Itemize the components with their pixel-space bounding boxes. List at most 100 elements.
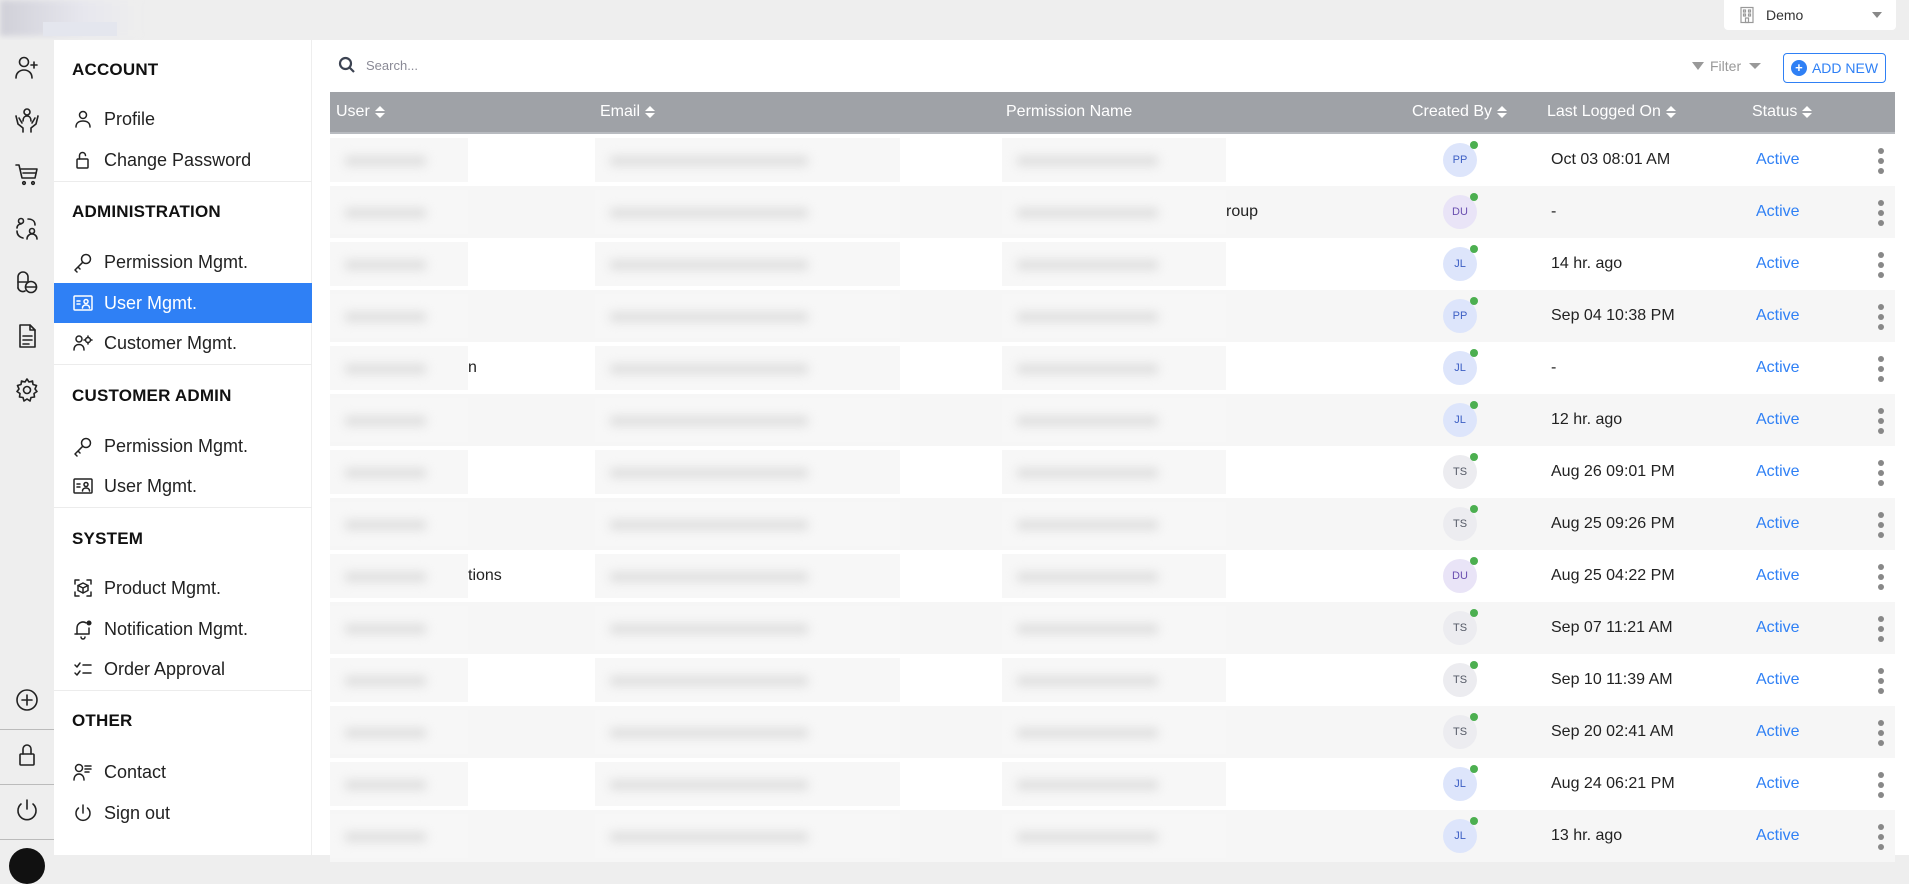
- column-label: Status: [1752, 103, 1798, 120]
- row-actions-menu-icon[interactable]: [1876, 824, 1886, 850]
- row-actions-menu-icon[interactable]: [1876, 304, 1886, 330]
- table-row[interactable]: JL 13 hr. ago Active: [330, 810, 1895, 862]
- rail-documents[interactable]: [0, 316, 54, 356]
- menu-item-customer-mgmt[interactable]: Customer Mgmt.: [54, 323, 312, 363]
- table-row[interactable]: n JL - Active: [330, 342, 1895, 394]
- table-row[interactable]: TS Aug 26 09:01 PM Active: [330, 446, 1895, 498]
- column-header-last-logged-on[interactable]: Last Logged On: [1547, 103, 1676, 121]
- column-label: Permission Name: [1006, 103, 1133, 120]
- row-actions-menu-icon[interactable]: [1876, 460, 1886, 486]
- gear-icon: [16, 378, 38, 402]
- rail-customers[interactable]: [0, 100, 54, 140]
- id-card-icon: [73, 478, 93, 494]
- menu-item-notification-mgmt[interactable]: Notification Mgmt.: [54, 609, 312, 649]
- app-logo-sub: [43, 22, 117, 36]
- last-logged-cell: -: [1551, 359, 1557, 376]
- row-actions-menu-icon[interactable]: [1876, 772, 1886, 798]
- menu-item-order-approval[interactable]: Order Approval: [54, 649, 312, 689]
- menu-item-customer-user-mgmt[interactable]: User Mgmt.: [54, 466, 312, 506]
- email-cell-redacted: [595, 346, 900, 390]
- menu-item-customer-permission-mgmt[interactable]: Permission Mgmt.: [54, 426, 312, 466]
- menu-item-sign-out[interactable]: Sign out: [54, 793, 312, 833]
- rail-lock[interactable]: [0, 735, 54, 775]
- rail-settings[interactable]: [0, 370, 54, 410]
- permission-cell-redacted: [1002, 294, 1226, 338]
- rail-add[interactable]: [0, 680, 54, 720]
- status-badge: Active: [1756, 567, 1800, 584]
- user-cell-redacted: [330, 346, 468, 390]
- column-header-user[interactable]: User: [336, 103, 385, 121]
- rail-add-user[interactable]: [0, 48, 54, 88]
- menu-item-change-password[interactable]: Change Password: [54, 140, 312, 180]
- table-row[interactable]: JL 12 hr. ago Active: [330, 394, 1895, 446]
- row-actions-menu-icon[interactable]: [1876, 356, 1886, 382]
- rail-pill[interactable]: [0, 262, 54, 302]
- search-icon: [338, 56, 355, 73]
- tenant-selector[interactable]: Demo: [1724, 0, 1896, 30]
- table-row[interactable]: TS Sep 07 11:21 AM Active: [330, 602, 1895, 654]
- row-actions-menu-icon[interactable]: [1876, 408, 1886, 434]
- row-actions-menu-icon[interactable]: [1876, 200, 1886, 226]
- row-actions-menu-icon[interactable]: [1876, 148, 1886, 174]
- created-by-avatar: JL: [1443, 817, 1478, 853]
- rail-users[interactable]: [0, 208, 54, 248]
- status-badge: Active: [1756, 203, 1800, 220]
- add-new-button[interactable]: + ADD NEW: [1783, 53, 1886, 83]
- created-by-avatar: TS: [1443, 609, 1478, 645]
- email-cell-redacted: [595, 190, 900, 234]
- email-cell-redacted: [595, 242, 900, 286]
- status-badge: Active: [1756, 411, 1800, 428]
- table-row[interactable]: TS Sep 10 11:39 AM Active: [330, 654, 1895, 706]
- menu-item-user-mgmt[interactable]: User Mgmt.: [54, 283, 312, 323]
- menu-divider: [54, 181, 312, 182]
- column-header-created-by[interactable]: Created By: [1412, 103, 1508, 121]
- user-avatar[interactable]: [9, 848, 45, 884]
- box-scan-icon: [74, 579, 92, 597]
- avatar-initials: TS: [1452, 518, 1468, 530]
- menu-divider: [54, 507, 312, 508]
- last-logged-cell: 12 hr. ago: [1551, 411, 1623, 428]
- filter-dropdown[interactable]: Filter: [1692, 58, 1762, 74]
- status-badge: Active: [1756, 151, 1800, 168]
- row-actions-menu-icon[interactable]: [1876, 616, 1886, 642]
- table-row[interactable]: TS Sep 20 02:41 AM Active: [330, 706, 1895, 758]
- row-actions-menu-icon[interactable]: [1876, 512, 1886, 538]
- document-icon: [19, 324, 36, 348]
- row-actions-menu-icon[interactable]: [1876, 252, 1886, 278]
- menu-item-permission-mgmt[interactable]: Permission Mgmt.: [54, 242, 312, 282]
- row-actions-menu-icon[interactable]: [1876, 668, 1886, 694]
- rail-cart[interactable]: [0, 154, 54, 194]
- table-row[interactable]: tions DU Aug 25 04:22 PM Active: [330, 550, 1895, 602]
- table-row[interactable]: PP Sep 04 10:38 PM Active: [330, 290, 1895, 342]
- last-logged-cell: Aug 26 09:01 PM: [1551, 463, 1675, 480]
- row-actions-menu-icon[interactable]: [1876, 564, 1886, 590]
- section-heading-account: ACCOUNT: [72, 60, 159, 79]
- email-cell-redacted: [595, 294, 900, 338]
- menu-item-label: Permission Mgmt.: [104, 251, 249, 272]
- created-by-avatar: JL: [1443, 765, 1478, 801]
- search-input[interactable]: [366, 57, 866, 73]
- column-header-email[interactable]: Email: [600, 103, 656, 121]
- avatar-initials: JL: [1454, 258, 1466, 270]
- online-status-dot: [1470, 453, 1478, 461]
- row-actions-menu-icon[interactable]: [1876, 720, 1886, 746]
- menu-item-contact[interactable]: Contact: [54, 752, 312, 792]
- column-header-status[interactable]: Status: [1752, 103, 1813, 121]
- avatar-initials: JL: [1454, 778, 1466, 790]
- table-row[interactable]: TS Aug 25 09:26 PM Active: [330, 498, 1895, 550]
- menu-item-label: Profile: [104, 108, 156, 129]
- user-cell-redacted: [330, 138, 468, 182]
- avatar-initials: PP: [1452, 154, 1468, 166]
- table-row[interactable]: JL Aug 24 06:21 PM Active: [330, 758, 1895, 810]
- user-cell-redacted: [330, 450, 468, 494]
- table-row[interactable]: PP Oct 03 08:01 AM Active: [330, 134, 1895, 186]
- created-by-avatar: DU: [1443, 193, 1478, 229]
- menu-item-label: Contact: [104, 761, 167, 782]
- permission-cell-redacted: [1002, 658, 1226, 702]
- rail-power[interactable]: [0, 790, 54, 830]
- menu-item-product-mgmt[interactable]: Product Mgmt.: [54, 568, 312, 608]
- user-cell-redacted: [330, 242, 468, 286]
- menu-item-profile[interactable]: Profile: [54, 99, 312, 139]
- table-row[interactable]: JL 14 hr. ago Active: [330, 238, 1895, 290]
- table-row[interactable]: roup DU - Active: [330, 186, 1895, 238]
